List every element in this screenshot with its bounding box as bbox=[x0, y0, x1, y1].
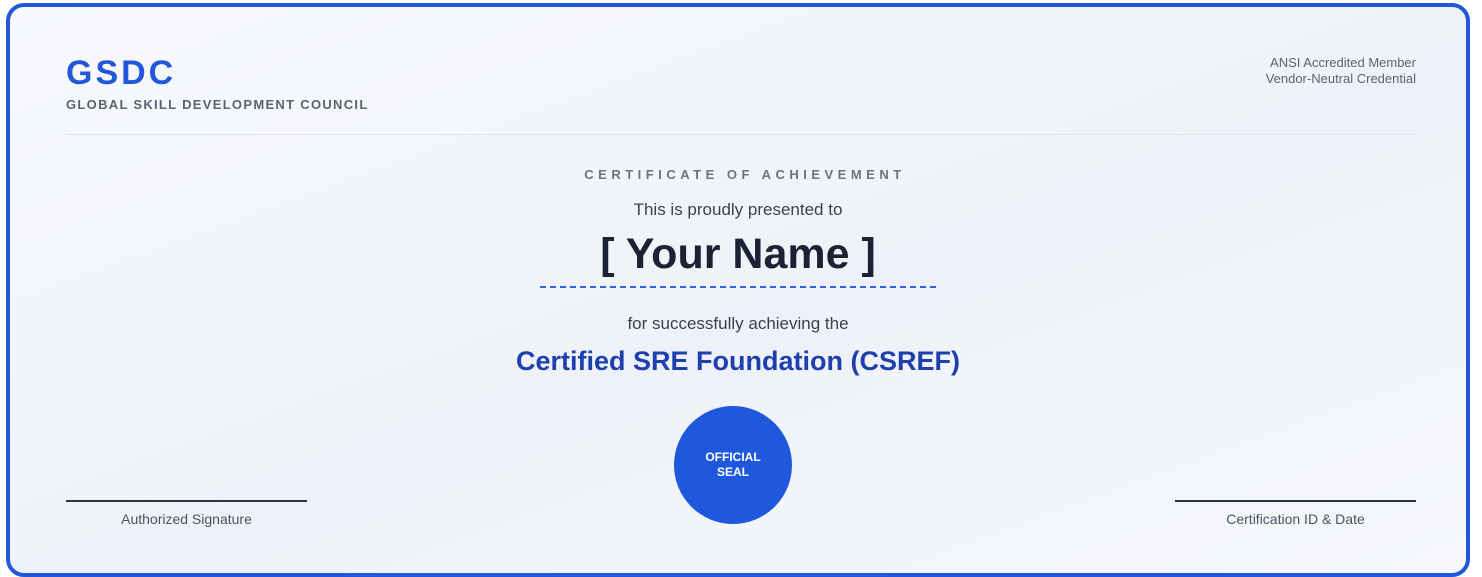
seal-label: OFFICIAL SEAL bbox=[705, 450, 761, 479]
brand-subtitle: GLOBAL SKILL DEVELOPMENT COUNCIL bbox=[66, 97, 369, 112]
certification-id-label: Certification ID & Date bbox=[1226, 511, 1365, 527]
certificate-body: CERTIFICATE OF ACHIEVEMENT This is proud… bbox=[10, 167, 1466, 377]
accreditation-line-1: ANSI Accredited Member bbox=[1270, 55, 1416, 70]
accreditation-block: ANSI Accredited Member Vendor-Neutral Cr… bbox=[1266, 55, 1416, 87]
signature-label: Authorized Signature bbox=[121, 511, 252, 527]
achieving-text: for successfully achieving the bbox=[627, 314, 849, 333]
brand-logo-text: GSDC bbox=[66, 54, 177, 92]
presented-text: This is proudly presented to bbox=[633, 200, 843, 219]
program-title: Certified SRE Foundation (CSREF) bbox=[516, 346, 960, 376]
signature-line bbox=[66, 500, 307, 502]
certificate-type: CERTIFICATE OF ACHIEVEMENT bbox=[584, 167, 906, 182]
signature-block-left: Authorized Signature bbox=[66, 500, 307, 527]
signature-block-right: Certification ID & Date bbox=[1175, 500, 1416, 527]
certification-id-line bbox=[1175, 500, 1416, 502]
recipient-name: [ Your Name ] bbox=[540, 228, 936, 288]
brand-block: GSDC GLOBAL SKILL DEVELOPMENT COUNCIL bbox=[66, 53, 369, 112]
official-seal: OFFICIAL SEAL bbox=[674, 406, 792, 524]
header-divider bbox=[66, 134, 1416, 135]
accreditation-line-2: Vendor-Neutral Credential bbox=[1265, 71, 1416, 86]
